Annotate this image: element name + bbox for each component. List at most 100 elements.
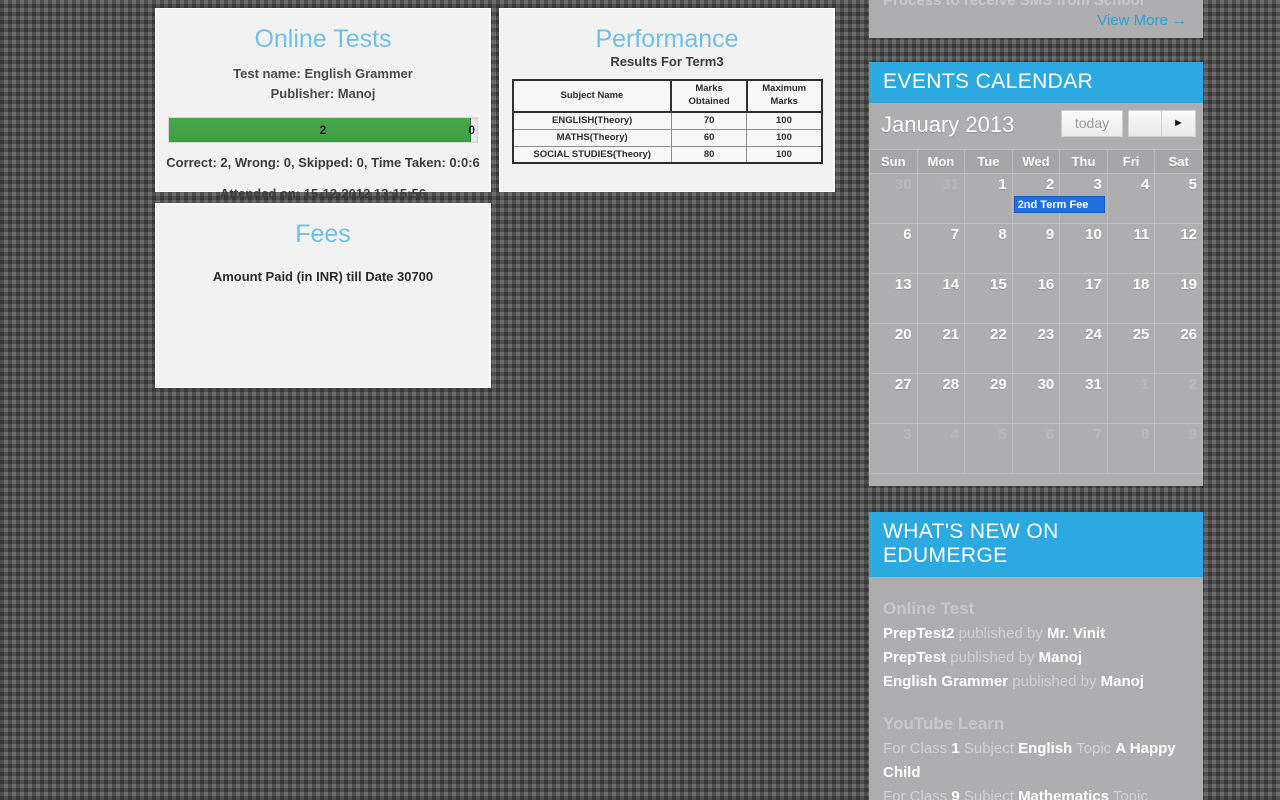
calendar-week-row: 20 21 22 23 24 25 26 bbox=[869, 323, 1203, 375]
calendar-toolbar: January 2013 today ◄ ► bbox=[869, 103, 1203, 149]
performance-table-header-row: Subject Name Marks Obtained Maximum Mark… bbox=[512, 79, 822, 113]
calendar-day-cell[interactable]: 21 bbox=[916, 323, 966, 375]
whats-new-item-fragment: PrepTest2 bbox=[883, 625, 955, 643]
calendar-day-cell[interactable]: 29 bbox=[964, 373, 1013, 425]
calendar-week-row: 13 14 15 16 17 18 19 bbox=[869, 273, 1203, 325]
calendar-weekday-tue: Tue bbox=[964, 149, 1013, 175]
whats-new-item-fragment: published by bbox=[954, 625, 1047, 643]
calendar-day-cell[interactable]: 5 bbox=[964, 423, 1013, 475]
performance-cell-subject: MATHS(Theory) bbox=[512, 128, 672, 147]
performance-table-row: ENGLISH(Theory) 70 100 bbox=[512, 111, 822, 130]
calendar-day-cell[interactable]: 7 bbox=[1059, 423, 1108, 475]
calendar-weekday-fri: Fri bbox=[1106, 149, 1156, 175]
whats-new-item-fragment: Topic bbox=[1108, 788, 1148, 800]
whats-new-section-title: YouTube Learn bbox=[883, 714, 1005, 734]
calendar-next-icon[interactable]: ► bbox=[1162, 111, 1195, 137]
calendar-day-number: 20 bbox=[894, 326, 912, 344]
calendar-day-cell[interactable]: 30 bbox=[869, 173, 918, 225]
calendar-day-cell[interactable]: 22 bbox=[964, 323, 1013, 375]
calendar-day-cell[interactable]: 9 bbox=[1154, 423, 1203, 475]
calendar-day-cell[interactable]: 18 bbox=[1106, 273, 1156, 325]
calendar-day-number: 28 bbox=[942, 376, 960, 394]
calendar-day-cell[interactable]: 4 bbox=[1106, 173, 1156, 225]
calendar-day-cell[interactable]: 10 bbox=[1059, 223, 1108, 275]
calendar-day-cell[interactable]: 28 bbox=[916, 373, 966, 425]
whats-new-header: WHAT'S NEW ON EDUMERGE bbox=[869, 512, 1203, 578]
calendar-day-number: 1 bbox=[998, 176, 1007, 194]
whats-new-item[interactable]: For Class 1 Subject English Topic A Happ… bbox=[883, 737, 1189, 785]
calendar-day-number: 5 bbox=[998, 426, 1007, 444]
calendar-day-number: 21 bbox=[942, 326, 960, 344]
calendar-day-number: 9 bbox=[1188, 426, 1197, 444]
performance-cell-subject: SOCIAL STUDIES(Theory) bbox=[512, 145, 672, 164]
calendar-day-cell[interactable]: 1 bbox=[964, 173, 1013, 225]
calendar-day-number: 26 bbox=[1180, 326, 1197, 344]
calendar-day-cell[interactable]: 31 bbox=[916, 173, 966, 225]
calendar-day-number: 14 bbox=[942, 276, 960, 294]
whats-new-item-fragment: Manoj bbox=[1100, 673, 1144, 691]
calendar-day-number: 10 bbox=[1085, 226, 1102, 244]
calendar-day-cell[interactable]: 1 bbox=[1106, 373, 1156, 425]
whats-new-item[interactable]: PrepTest2 published by Mr. Vinit bbox=[883, 622, 1189, 646]
calendar-day-number: 7 bbox=[950, 226, 960, 244]
whats-new-item[interactable]: PrepTest published by Manoj bbox=[883, 646, 1189, 670]
calendar-grid: Sun Mon Tue Wed Thu Fri Sat 30 31 1 2 2nd Term Fee… bbox=[869, 149, 1203, 475]
calendar-day-cell[interactable]: 13 bbox=[869, 273, 918, 325]
calendar-day-cell[interactable]: 6 bbox=[869, 223, 918, 275]
calendar-day-cell[interactable]: 17 bbox=[1059, 273, 1108, 325]
calendar-day-number: 23 bbox=[1037, 326, 1055, 344]
calendar-day-number: 17 bbox=[1085, 276, 1102, 294]
performance-card: Performance Results For Term3 Subject Na… bbox=[499, 8, 835, 192]
online-tests-attended: Attended on: 15-12-2012 13:15:56 bbox=[220, 186, 426, 202]
whats-new-item-fragment: English Grammer bbox=[883, 673, 1009, 691]
whats-new-item[interactable]: English Grammer published by Manoj bbox=[883, 670, 1189, 694]
whats-new-item-fragment: Mr. Vinit bbox=[1047, 625, 1106, 643]
calendar-day-number: 2 bbox=[1045, 176, 1055, 194]
calendar-event-pill[interactable]: 2nd Term Fee bbox=[1013, 196, 1106, 214]
whats-new-item-fragment: 1 bbox=[951, 740, 960, 758]
calendar-day-number: 3 bbox=[1093, 176, 1102, 194]
calendar-day-number: 31 bbox=[1085, 376, 1102, 394]
calendar-day-number: 18 bbox=[1132, 276, 1150, 294]
notice-text: Process to receive SMS from School bbox=[883, 0, 1144, 9]
calendar-day-cell[interactable]: 8 bbox=[964, 223, 1013, 275]
calendar-day-cell[interactable]: 20 bbox=[869, 323, 918, 375]
calendar-day-cell[interactable]: 5 bbox=[1154, 173, 1203, 225]
performance-table-row: MATHS(Theory) 60 100 bbox=[512, 128, 822, 147]
calendar-day-cell[interactable]: 2 bbox=[1154, 373, 1203, 425]
calendar-day-cell[interactable]: 15 bbox=[964, 273, 1013, 325]
view-more-link[interactable]: View More → bbox=[869, 9, 1203, 29]
calendar-day-cell[interactable]: 14 bbox=[916, 273, 966, 325]
calendar-day-number: 5 bbox=[1188, 176, 1197, 194]
calendar-day-cell[interactable]: 11 bbox=[1106, 223, 1156, 275]
whats-new-panel: WHAT'S NEW ON EDUMERGE Online Test PrepTe… bbox=[869, 512, 1203, 800]
calendar-day-cell[interactable]: 31 bbox=[1059, 373, 1108, 425]
calendar-day-cell[interactable]: 2 2nd Term Fee bbox=[1011, 173, 1106, 225]
calendar-day-cell[interactable]: 25 bbox=[1106, 323, 1156, 375]
calendar-day-cell[interactable]: 26 bbox=[1154, 323, 1203, 375]
performance-subtitle: Results For Term3 bbox=[610, 54, 724, 69]
calendar-day-number: 6 bbox=[903, 226, 912, 244]
calendar-day-cell[interactable]: 30 bbox=[1011, 373, 1061, 425]
calendar-day-cell[interactable]: 6 bbox=[1011, 423, 1061, 475]
calendar-day-cell[interactable]: 4 bbox=[916, 423, 966, 475]
calendar-day-cell[interactable]: 27 bbox=[869, 373, 918, 425]
calendar-day-cell[interactable]: 24 bbox=[1059, 323, 1108, 375]
calendar-day-cell[interactable]: 23 bbox=[1011, 323, 1061, 375]
whats-new-item[interactable]: For Class 9 Subject Mathematics Topic Li… bbox=[883, 785, 1189, 800]
calendar-day-cell[interactable]: 12 bbox=[1154, 223, 1203, 275]
calendar-day-number: 6 bbox=[1045, 426, 1055, 444]
calendar-day-cell[interactable]: 7 bbox=[916, 223, 966, 275]
calendar-day-cell[interactable]: 3 bbox=[869, 423, 918, 475]
performance-col-maximum: Maximum Marks bbox=[745, 79, 822, 113]
calendar-day-cell[interactable]: 9 bbox=[1011, 223, 1061, 275]
calendar-day-cell[interactable]: 19 bbox=[1154, 273, 1203, 325]
progress-value-label: 2 bbox=[319, 123, 327, 138]
calendar-day-number: 30 bbox=[894, 176, 912, 194]
calendar-day-cell[interactable]: 16 bbox=[1011, 273, 1061, 325]
calendar-day-cell[interactable]: 8 bbox=[1106, 423, 1156, 475]
calendar-today-button[interactable]: today bbox=[1061, 110, 1123, 138]
calendar-prev-icon[interactable]: ◄ bbox=[1129, 111, 1162, 137]
calendar-day-number: 27 bbox=[894, 376, 912, 394]
calendar-week-row: 30 31 1 2 2nd Term Fee 3 4 5 bbox=[869, 173, 1203, 225]
